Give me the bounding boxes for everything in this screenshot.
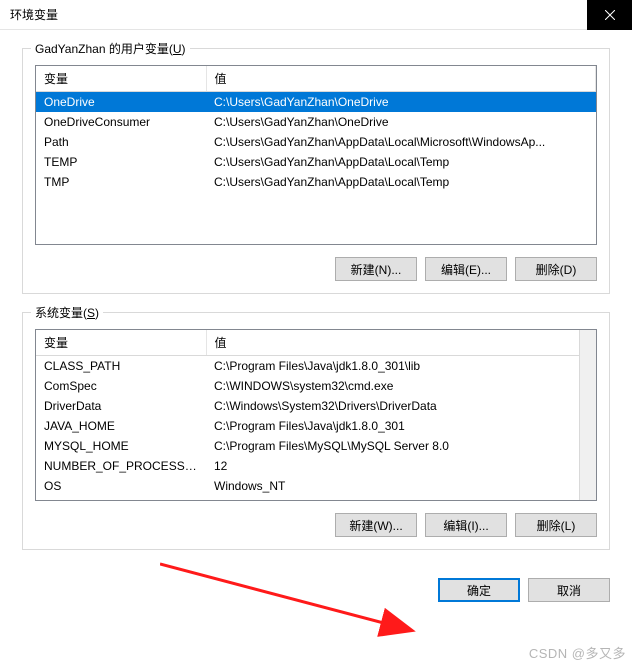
table-row[interactable]: DriverDataC:\Windows\System32\Drivers\Dr…	[36, 396, 596, 416]
cancel-button[interactable]: 取消	[528, 578, 610, 602]
cell-variable: Path	[36, 132, 206, 152]
user-delete-button[interactable]: 删除(D)	[515, 257, 597, 281]
system-variables-table[interactable]: 变量 值 CLASS_PATHC:\Program Files\Java\jdk…	[36, 330, 596, 496]
cell-value: 12	[206, 456, 596, 476]
system-table-container: 变量 值 CLASS_PATHC:\Program Files\Java\jdk…	[35, 329, 597, 501]
cell-variable: OS	[36, 476, 206, 496]
close-button[interactable]	[587, 0, 632, 30]
user-table-container: 变量 值 OneDriveC:\Users\GadYanZhan\OneDriv…	[35, 65, 597, 245]
cell-variable: NUMBER_OF_PROCESSORS	[36, 456, 206, 476]
user-new-button[interactable]: 新建(N)...	[335, 257, 417, 281]
cell-value: C:\Users\GadYanZhan\AppData\Local\Temp	[206, 172, 596, 192]
table-row[interactable]: OneDriveC:\Users\GadYanZhan\OneDrive	[36, 92, 596, 113]
cell-value: Windows_NT	[206, 476, 596, 496]
table-row[interactable]: ComSpecC:\WINDOWS\system32\cmd.exe	[36, 376, 596, 396]
table-row[interactable]: NUMBER_OF_PROCESSORS12	[36, 456, 596, 476]
user-group-label: GadYanZhan 的用户变量(U)	[31, 40, 190, 57]
cell-value: C:\Users\GadYanZhan\OneDrive	[206, 112, 596, 132]
cell-variable: CLASS_PATH	[36, 356, 206, 377]
system-delete-button[interactable]: 删除(L)	[515, 513, 597, 537]
col-header-variable[interactable]: 变量	[36, 66, 206, 92]
system-edit-button[interactable]: 编辑(I)...	[425, 513, 507, 537]
watermark: CSDN @多又多	[529, 643, 626, 662]
window-title: 环境变量	[10, 6, 58, 23]
system-new-button[interactable]: 新建(W)...	[335, 513, 417, 537]
cell-value: C:\Windows\System32\Drivers\DriverData	[206, 396, 596, 416]
user-edit-button[interactable]: 编辑(E)...	[425, 257, 507, 281]
cell-value: C:\Users\GadYanZhan\AppData\Local\Temp	[206, 152, 596, 172]
table-row[interactable]: TMPC:\Users\GadYanZhan\AppData\Local\Tem…	[36, 172, 596, 192]
cell-value: C:\Program Files\Java\jdk1.8.0_301	[206, 416, 596, 436]
table-row[interactable]: JAVA_HOMEC:\Program Files\Java\jdk1.8.0_…	[36, 416, 596, 436]
close-icon	[605, 10, 615, 20]
table-row[interactable]: CLASS_PATHC:\Program Files\Java\jdk1.8.0…	[36, 356, 596, 377]
cell-variable: TEMP	[36, 152, 206, 172]
user-variables-table[interactable]: 变量 值 OneDriveC:\Users\GadYanZhan\OneDriv…	[36, 66, 596, 192]
cell-variable: TMP	[36, 172, 206, 192]
cell-value: C:\Users\GadYanZhan\OneDrive	[206, 92, 596, 113]
titlebar: 环境变量	[0, 0, 632, 30]
system-variables-group: 系统变量(S) 变量 值 CLASS_PATHC:\Program Files\…	[22, 312, 610, 550]
cell-variable: DriverData	[36, 396, 206, 416]
cell-value: C:\Program Files\MySQL\MySQL Server 8.0	[206, 436, 596, 456]
cell-value: C:\Program Files\Java\jdk1.8.0_301\lib	[206, 356, 596, 377]
cell-value: C:\WINDOWS\system32\cmd.exe	[206, 376, 596, 396]
table-row[interactable]: PathC:\Users\GadYanZhan\AppData\Local\Mi…	[36, 132, 596, 152]
cell-variable: ComSpec	[36, 376, 206, 396]
col-header-value[interactable]: 值	[206, 330, 596, 356]
ok-button[interactable]: 确定	[438, 578, 520, 602]
table-row[interactable]: OneDriveConsumerC:\Users\GadYanZhan\OneD…	[36, 112, 596, 132]
system-group-label: 系统变量(S)	[31, 304, 103, 321]
table-row[interactable]: OSWindows_NT	[36, 476, 596, 496]
table-row[interactable]: MYSQL_HOMEC:\Program Files\MySQL\MySQL S…	[36, 436, 596, 456]
scrollbar[interactable]	[579, 330, 596, 500]
cell-variable: OneDrive	[36, 92, 206, 113]
cell-variable: OneDriveConsumer	[36, 112, 206, 132]
col-header-variable[interactable]: 变量	[36, 330, 206, 356]
cell-variable: MYSQL_HOME	[36, 436, 206, 456]
col-header-value[interactable]: 值	[206, 66, 596, 92]
cell-variable: JAVA_HOME	[36, 416, 206, 436]
cell-value: C:\Users\GadYanZhan\AppData\Local\Micros…	[206, 132, 596, 152]
user-variables-group: GadYanZhan 的用户变量(U) 变量 值 OneDriveC:\User…	[22, 48, 610, 294]
table-row[interactable]: TEMPC:\Users\GadYanZhan\AppData\Local\Te…	[36, 152, 596, 172]
